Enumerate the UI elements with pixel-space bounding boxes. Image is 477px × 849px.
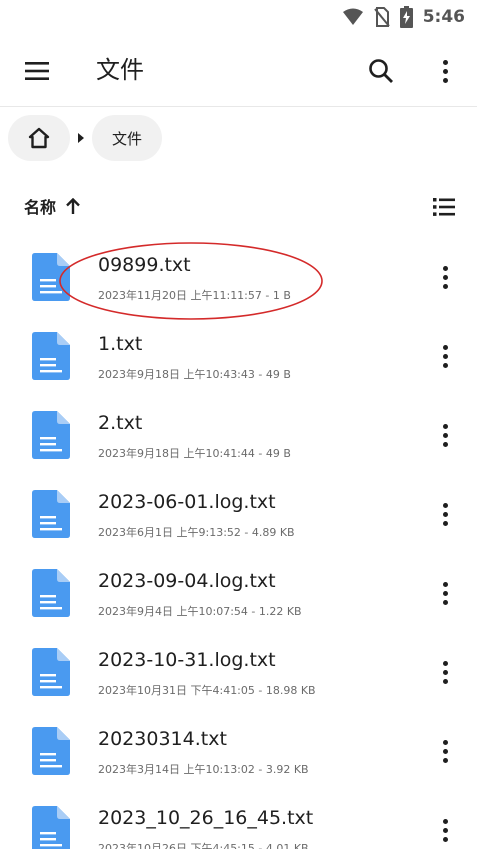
arrow-up-icon [66, 198, 80, 214]
breadcrumb-home[interactable] [8, 115, 70, 161]
page-title: 文件 [96, 56, 144, 84]
file-meta: 2023年11月20日 上午11:11:57 - 1 B [98, 289, 291, 302]
file-meta: 2023年6月1日 上午9:13:52 - 4.89 KB [98, 526, 295, 539]
sort-label: 名称 [24, 198, 57, 217]
sort-by-name-button[interactable]: 名称 [24, 194, 80, 218]
overflow-menu-button[interactable] [426, 52, 464, 90]
no-sim-icon [373, 7, 390, 27]
search-button[interactable] [362, 52, 400, 90]
text-file-icon [32, 411, 70, 459]
more-vert-icon [442, 344, 448, 368]
file-options-button[interactable] [430, 418, 460, 452]
list-item[interactable]: 09899.txt 2023年11月20日 上午11:11:57 - 1 B [0, 238, 477, 317]
text-file-icon [32, 648, 70, 696]
file-list: 09899.txt 2023年11月20日 上午11:11:57 - 1 B 1… [0, 238, 477, 849]
text-file-icon [32, 253, 70, 301]
breadcrumb-item-files[interactable]: 文件 [92, 115, 163, 161]
more-vert-icon [442, 502, 448, 526]
file-name: 09899.txt [98, 254, 191, 276]
file-meta: 2023年10月26日 下午4:45:15 - 4.01 KB [98, 842, 309, 849]
text-file-icon [32, 332, 70, 380]
status-bar: 5:46 [0, 0, 477, 34]
list-item[interactable]: 2023_10_26_16_45.txt 2023年10月26日 下午4:45:… [0, 791, 477, 849]
more-vert-icon [442, 265, 448, 289]
list-item[interactable]: 2023-09-04.log.txt 2023年9月4日 上午10:07:54 … [0, 554, 477, 633]
file-meta: 2023年9月18日 上午10:43:43 - 49 B [98, 368, 291, 381]
breadcrumb: 文件 [8, 114, 163, 162]
more-vert-icon [442, 59, 448, 83]
more-vert-icon [442, 660, 448, 684]
battery-charging-icon [399, 6, 413, 28]
text-file-icon [32, 490, 70, 538]
file-options-button[interactable] [430, 655, 460, 689]
file-name: 2023-06-01.log.txt [98, 491, 276, 513]
file-options-button[interactable] [430, 576, 460, 610]
file-meta: 2023年3月14日 上午10:13:02 - 3.92 KB [98, 763, 309, 776]
more-vert-icon [442, 423, 448, 447]
app-bar: 文件 [0, 34, 477, 107]
file-options-button[interactable] [430, 260, 460, 294]
more-vert-icon [442, 818, 448, 842]
file-options-button[interactable] [430, 339, 460, 373]
file-meta: 2023年9月4日 上午10:07:54 - 1.22 KB [98, 605, 302, 618]
text-file-icon [32, 569, 70, 617]
file-options-button[interactable] [430, 734, 460, 768]
home-icon [28, 127, 50, 149]
status-time: 5:46 [422, 7, 465, 27]
file-options-button[interactable] [430, 813, 460, 847]
file-name: 2023-09-04.log.txt [98, 570, 276, 592]
text-file-icon [32, 806, 70, 849]
list-item[interactable]: 2.txt 2023年9月18日 上午10:41:44 - 49 B [0, 396, 477, 475]
list-item[interactable]: 1.txt 2023年9月18日 上午10:43:43 - 49 B [0, 317, 477, 396]
search-icon [369, 59, 393, 83]
file-name: 2023_10_26_16_45.txt [98, 807, 314, 829]
list-item[interactable]: 2023-10-31.log.txt 2023年10月31日 下午4:41:05… [0, 633, 477, 712]
list-item[interactable]: 20230314.txt 2023年3月14日 上午10:13:02 - 3.9… [0, 712, 477, 791]
file-name: 2.txt [98, 412, 143, 434]
list-item[interactable]: 2023-06-01.log.txt 2023年6月1日 上午9:13:52 -… [0, 475, 477, 554]
menu-icon [25, 62, 49, 80]
menu-button[interactable] [18, 52, 56, 90]
wifi-icon [342, 8, 364, 26]
file-meta: 2023年9月18日 上午10:41:44 - 49 B [98, 447, 291, 460]
status-icons: 5:46 [342, 6, 465, 28]
more-vert-icon [442, 581, 448, 605]
file-name: 2023-10-31.log.txt [98, 649, 276, 671]
chevron-right-icon [70, 133, 92, 143]
file-meta: 2023年10月31日 下午4:41:05 - 18.98 KB [98, 684, 316, 697]
view-mode-button[interactable] [427, 190, 461, 224]
sort-header: 名称 [0, 184, 477, 230]
more-vert-icon [442, 739, 448, 763]
text-file-icon [32, 727, 70, 775]
file-name: 20230314.txt [98, 728, 227, 750]
file-name: 1.txt [98, 333, 143, 355]
file-options-button[interactable] [430, 497, 460, 531]
list-view-icon [433, 198, 455, 216]
